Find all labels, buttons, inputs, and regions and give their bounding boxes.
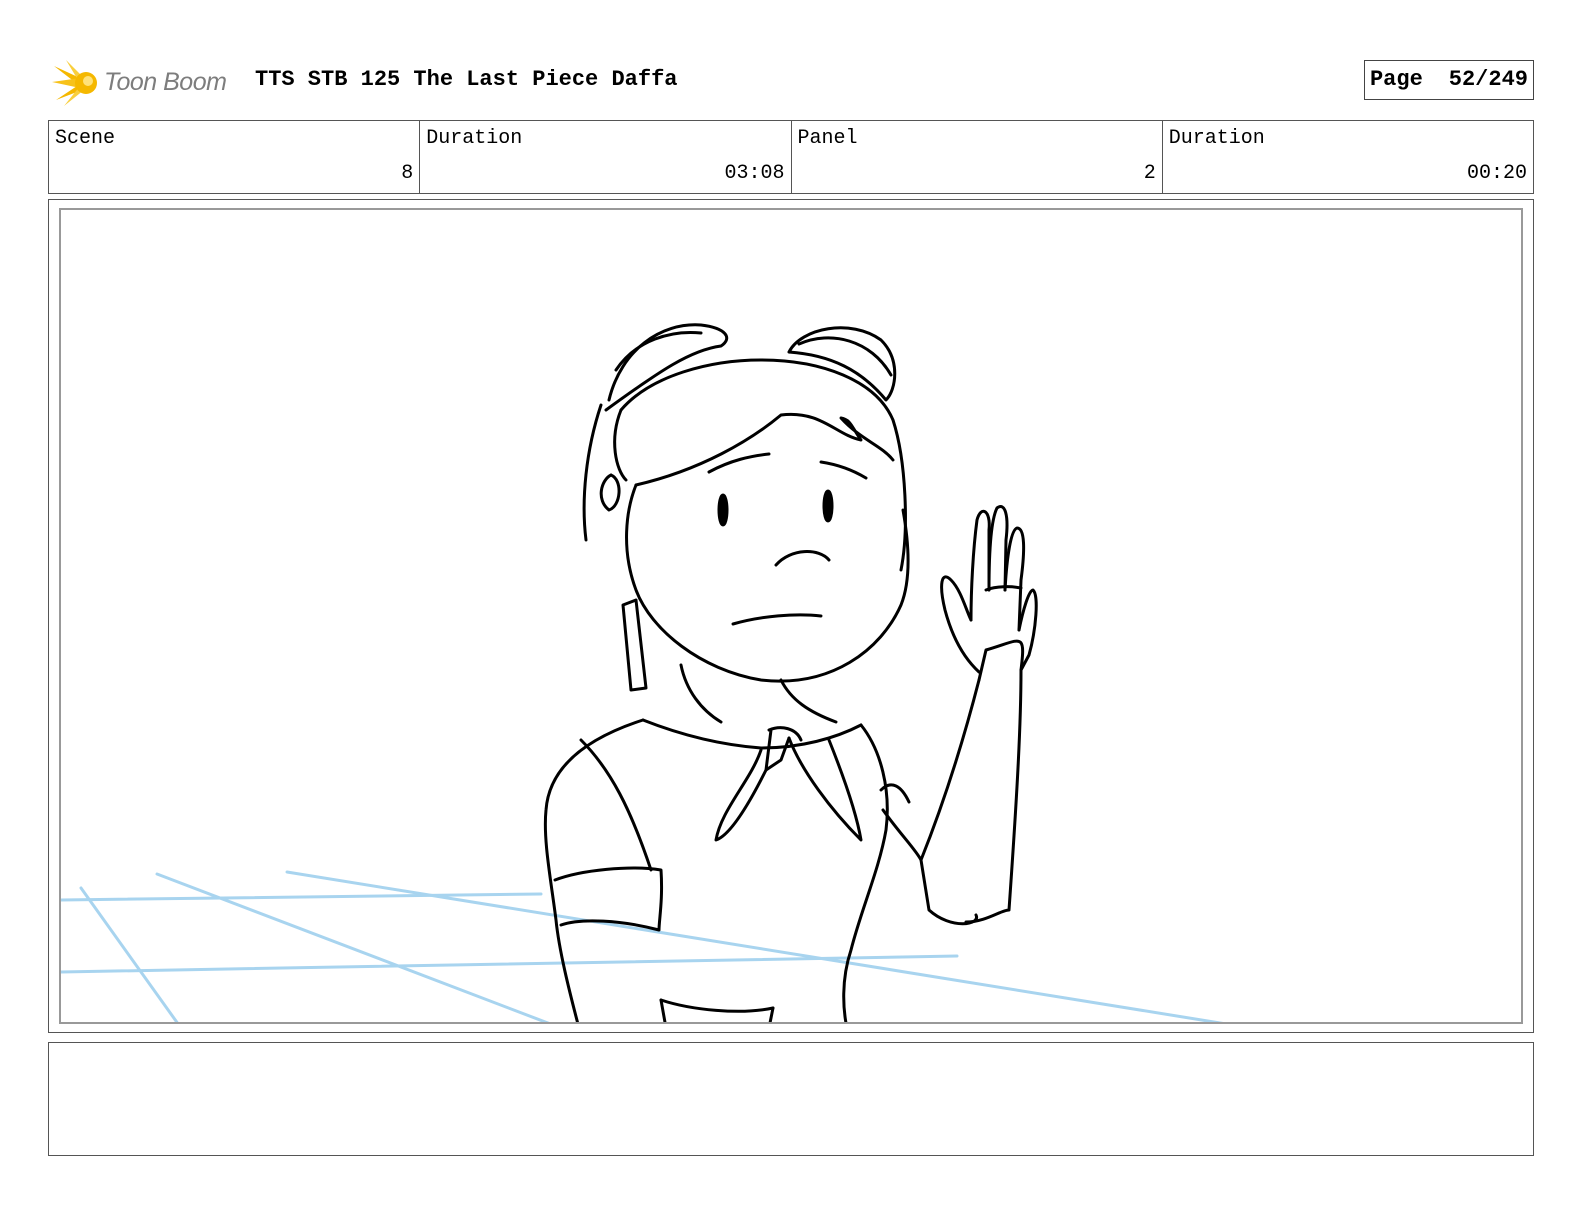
panel-sketch-drawing <box>61 323 1224 1022</box>
page-number: 52/249 <box>1448 67 1528 92</box>
girl-sketch <box>543 323 1038 1022</box>
panel-notes-box <box>48 1042 1534 1156</box>
scene-cell: Scene 8 <box>49 121 421 193</box>
scene-info-table: Scene 8 Duration 03:08 Panel 2 Duration … <box>48 120 1534 194</box>
panel-duration-cell: Duration 00:20 <box>1163 121 1533 193</box>
scene-label: Scene <box>55 127 116 150</box>
panel-value: 2 <box>1143 162 1156 185</box>
scene-value: 8 <box>401 162 414 185</box>
page-label: Page <box>1369 67 1423 92</box>
scene-duration-value: 03:08 <box>724 162 785 185</box>
panel-duration-value: 00:20 <box>1466 162 1527 185</box>
perspective-guide-lines <box>61 870 1224 1022</box>
storyboard-panel <box>59 208 1523 1024</box>
panel-cell: Panel 2 <box>792 121 1163 193</box>
page-indicator: Page 52/249 <box>1363 60 1534 100</box>
storyboard-panel-frame <box>48 199 1534 1033</box>
toon-boom-logo: Toon Boom <box>50 54 240 110</box>
scene-duration-label: Duration <box>426 127 523 150</box>
document-title: TTS STB 125 The Last Piece Daffa <box>255 67 678 92</box>
logo-text: Toon Boom <box>104 67 227 96</box>
panel-label: Panel <box>797 127 858 150</box>
page-header: Toon Boom TTS STB 125 The Last Piece Daf… <box>50 54 1534 110</box>
logo-burst-icon <box>52 60 97 106</box>
scene-duration-cell: Duration 03:08 <box>420 121 792 193</box>
panel-duration-label: Duration <box>1168 127 1265 150</box>
